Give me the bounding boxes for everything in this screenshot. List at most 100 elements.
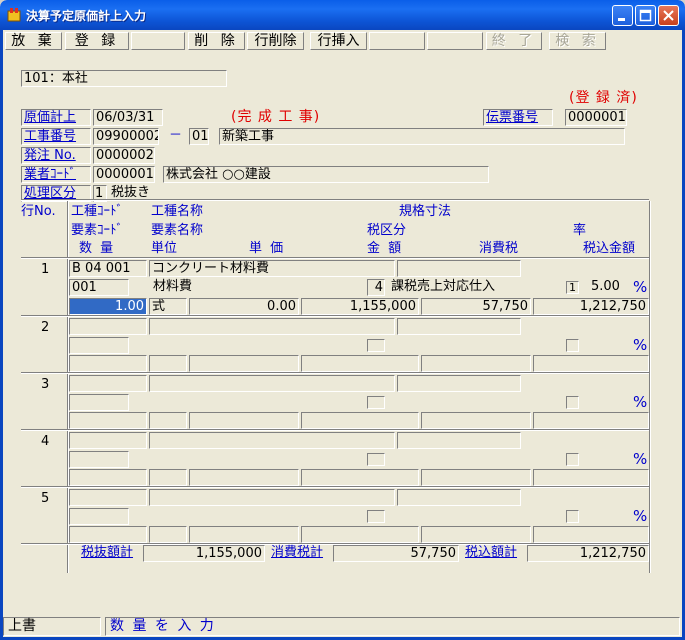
delete-button[interactable]: 削 除 [188,32,245,50]
col-tax: 消費税 [479,241,519,256]
unit-price-field[interactable] [189,526,299,543]
unit-field[interactable] [149,469,187,486]
work-name-field[interactable] [149,489,395,506]
tax-checkbox[interactable] [566,339,579,352]
project-sub-field[interactable]: 01 [189,128,209,145]
unit-price-field[interactable]: 0.00 [189,298,299,315]
row-number: 5 [41,491,50,506]
work-name-field[interactable]: コンクリート材料費 [149,260,395,277]
unit-price-field[interactable] [189,412,299,429]
close-button[interactable] [658,5,679,26]
spec-field[interactable] [397,260,521,277]
col-elem-name: 要素名称 [151,223,204,238]
project-dash: － [169,128,183,143]
qty-field[interactable] [69,526,147,543]
spec-field[interactable] [397,432,521,449]
tax-field[interactable] [421,526,531,543]
work-code-field[interactable]: B 04 001 [69,260,147,277]
unit-field[interactable] [149,412,187,429]
vendor-code-field[interactable]: 0000001 [93,166,155,183]
minimize-button[interactable] [612,5,633,26]
work-name-field[interactable] [149,432,395,449]
search-button[interactable]: 検 索 [549,32,606,50]
order-no-field[interactable]: 0000002 [93,147,155,164]
unit-field[interactable] [149,526,187,543]
qty-field[interactable] [69,469,147,486]
project-no-field[interactable]: 09900002 [93,128,159,145]
work-code-field[interactable] [69,489,147,506]
elem-code-field[interactable]: 001 [69,279,129,296]
elem-code-field[interactable] [69,508,129,525]
amount-field[interactable] [301,469,419,486]
blank-function-button[interactable] [131,32,185,50]
vendor-name-field[interactable]: 株式会社 ○○建設 [163,166,489,183]
total-field[interactable] [533,355,649,372]
work-name-field[interactable] [149,318,395,335]
work-name-field[interactable] [149,375,395,392]
tax-field[interactable]: 57,750 [421,298,531,315]
work-code-field[interactable] [69,375,147,392]
spec-field[interactable] [397,318,521,335]
vendor-code-link[interactable]: 業者ｺｰﾄﾞ [21,166,91,183]
qty-field[interactable] [69,412,147,429]
percent-sign: % [633,278,648,296]
tax-class-code-field[interactable] [367,453,385,466]
blank-function-button-3[interactable] [427,32,483,50]
discard-button[interactable]: 放 棄 [5,32,62,50]
total-field[interactable]: 1,212,750 [533,298,649,315]
qty-field[interactable] [69,355,147,372]
amount-field[interactable] [301,355,419,372]
register-button[interactable]: 登 録 [65,32,129,50]
project-name-field[interactable]: 新築工事 [219,128,625,145]
cost-date-link[interactable]: 原価計上 [21,109,91,126]
cost-date-field[interactable]: 06/03/31 [93,109,163,126]
work-code-field[interactable] [69,432,147,449]
tax-class-code-field[interactable] [367,510,385,523]
spec-field[interactable] [397,375,521,392]
amount-field[interactable] [301,412,419,429]
tax-checkbox[interactable] [566,453,579,466]
percent-sign: % [633,450,648,468]
tax-class-code-field[interactable] [367,339,385,352]
window-frame: 放 棄 登 録 削 除 行削除 行挿入 終 了 検 索 101：本社 (登 録 … [0,30,685,640]
grid-header-rule [21,257,649,259]
amount-field[interactable] [301,526,419,543]
elem-code-field[interactable] [69,451,129,468]
tax-class-code-field[interactable]: 4 [367,279,385,296]
total-field[interactable] [533,469,649,486]
close-icon [663,10,674,21]
unit-field[interactable] [149,355,187,372]
elem-code-field[interactable] [69,337,129,354]
tax-field[interactable] [421,412,531,429]
work-code-field[interactable] [69,318,147,335]
blank-function-button-2[interactable] [369,32,425,50]
qty-field[interactable]: 1.00 [69,298,147,315]
unit-price-field[interactable] [189,355,299,372]
title-bar: 決算予定原価計上入力 [0,0,685,30]
unit-field[interactable]: 式 [149,298,187,315]
col-spec: 規格寸法 [399,204,452,219]
col-unit: 単位 [151,241,178,256]
tax-field[interactable] [421,355,531,372]
project-no-link[interactable]: 工事番号 [21,128,91,145]
spec-field[interactable] [397,489,521,506]
tax-checkbox[interactable] [566,510,579,523]
elem-code-field[interactable] [69,394,129,411]
app-icon [7,8,21,22]
unit-price-field[interactable] [189,469,299,486]
company-field[interactable]: 101：本社 [21,70,227,87]
tax-checkbox[interactable] [566,396,579,409]
voucher-no-field[interactable]: 0000001 [565,109,627,126]
amount-field[interactable]: 1,155,000 [301,298,419,315]
total-field[interactable] [533,412,649,429]
tax-field[interactable] [421,469,531,486]
order-no-link[interactable]: 発注 No. [21,147,91,164]
tax-checkbox[interactable]: 1 [566,281,579,294]
row-insert-button[interactable]: 行挿入 [310,32,367,50]
total-field[interactable] [533,526,649,543]
maximize-button[interactable] [635,5,656,26]
voucher-no-link[interactable]: 伝票番号 [483,109,553,126]
row-delete-button[interactable]: 行削除 [247,32,304,50]
tax-class-code-field[interactable] [367,396,385,409]
exit-button[interactable]: 終 了 [486,32,542,50]
